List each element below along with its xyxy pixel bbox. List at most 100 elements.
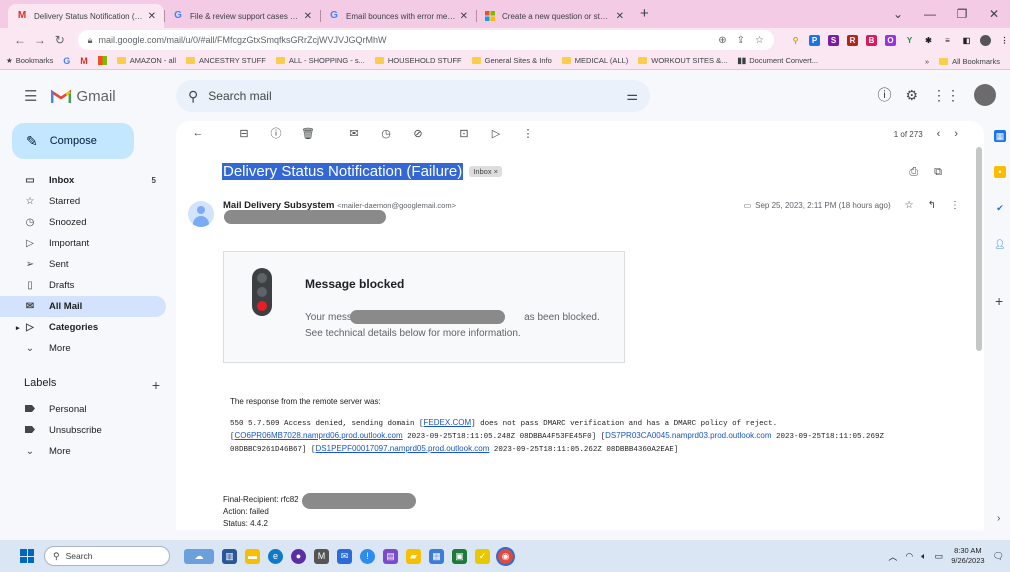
search-icon[interactable]: ⚲ [188, 88, 198, 105]
add-addon-icon[interactable]: + [995, 293, 1003, 309]
gmail-logo[interactable]: Gmail [51, 88, 116, 105]
edge-icon[interactable]: e [268, 548, 283, 564]
extension-icon[interactable]: O [885, 34, 896, 46]
bookmarks-menu[interactable]: ★ Bookmarks [6, 56, 53, 65]
install-icon[interactable]: ⊕ [718, 35, 726, 46]
bookmark-ms[interactable] [97, 56, 107, 65]
sidebar-item-inbox[interactable]: ▭ Inbox 5 [0, 170, 166, 191]
add-task-icon[interactable]: ⊘ [408, 127, 428, 140]
create-label-button[interactable]: + [152, 377, 160, 393]
chrome-badge-icon[interactable]: ! [360, 548, 375, 564]
close-icon[interactable]: ✕ [460, 11, 468, 22]
sender-avatar[interactable] [188, 201, 214, 227]
open-new-window-icon[interactable]: ⧉ [934, 166, 942, 179]
label-icon[interactable]: ▷ [486, 127, 506, 140]
bookmark-gmail[interactable]: M [80, 56, 88, 66]
reply-icon[interactable]: ↰ [928, 200, 936, 211]
side-panel-icon[interactable]: ◧ [961, 35, 972, 46]
sidebar-item-sent[interactable]: ➢ Sent [0, 254, 166, 275]
search-input[interactable]: ⚲ Search mail ⚌ [176, 80, 650, 112]
weather-icon[interactable]: ☁ [184, 548, 214, 564]
close-icon[interactable]: ✕ [616, 11, 624, 22]
all-bookmarks[interactable]: All Bookmarks [939, 57, 1000, 66]
sidebar-item-important[interactable]: ▷ Important [0, 233, 166, 254]
bookmark-folder-ancestry[interactable]: ANCESTRY STUFF [186, 56, 266, 65]
app-icon[interactable]: ✓ [475, 548, 490, 564]
extension-icon[interactable]: B [866, 34, 877, 46]
link-server-3[interactable]: DS1PEPF00017097.namprd05.prod.outlook.co… [316, 444, 490, 453]
app-icon[interactable]: ▤ [383, 548, 398, 564]
sidebar-item-more[interactable]: ⌄ More [0, 338, 166, 359]
browser-tab-question[interactable]: Create a new question or start a ✕ [476, 4, 632, 28]
sidebar-item-categories[interactable]: ▸ ▷ Categories [0, 317, 166, 338]
tab-search-icon[interactable]: ⌄ [882, 7, 914, 21]
sidebar-item-labels-more[interactable]: ⌄ More [0, 441, 166, 462]
extension-icon[interactable]: R [847, 34, 858, 46]
mark-unread-icon[interactable]: ✉ [344, 127, 364, 140]
chrome-icon[interactable]: ◉ [498, 548, 513, 564]
browser-tab-gmail[interactable]: M Delivery Status Notification (Fail ✕ [8, 4, 164, 28]
sidebar-item-personal[interactable]: Personal [0, 399, 166, 420]
close-icon[interactable]: ✕ [304, 11, 312, 22]
bookmark-folder-medical[interactable]: MEDICAL (ALL) [561, 56, 628, 65]
apps-grid-icon[interactable]: ⋮⋮ [932, 87, 960, 104]
sidebar-item-drafts[interactable]: ▯ Drafts [0, 275, 166, 296]
lock-icon[interactable]: 🔒︎ [88, 35, 93, 46]
close-icon[interactable]: ✕ [148, 11, 156, 22]
compose-button[interactable]: ✎ Compose [12, 123, 134, 159]
expand-arrow-icon[interactable]: ▸ [16, 324, 20, 332]
minimize-icon[interactable]: — [914, 7, 946, 21]
reload-icon[interactable]: ↻ [50, 33, 70, 47]
link-fedex[interactable]: FEDEX.COM [424, 418, 472, 427]
extension-icon[interactable]: ⚲ [790, 34, 801, 46]
task-view-icon[interactable]: ▥ [222, 548, 237, 564]
sidebar-item-starred[interactable]: ☆ Starred [0, 191, 166, 212]
browser-tab-bounces[interactable]: G Email bounces with error messa ✕ [320, 4, 476, 28]
browser-tab-support[interactable]: G File & review support cases - Go ✕ [164, 4, 320, 28]
file-explorer-icon[interactable]: ▬ [245, 548, 260, 564]
keep-icon[interactable]: • [994, 166, 1006, 178]
print-icon[interactable]: ⎙ [909, 166, 918, 179]
bookmark-document-convert[interactable]: ▮▮ Document Convert... [737, 56, 818, 65]
app-icon[interactable]: M [314, 548, 329, 564]
link-server-1[interactable]: CO6PR06MB7028.namprd06.prod.outlook.com [235, 431, 403, 440]
sidebar-item-all-mail[interactable]: ✉ All Mail [0, 296, 166, 317]
contacts-icon[interactable]: 👤︎ [994, 238, 1006, 250]
link-server-2[interactable]: DS7PR03CA0045.namprd03.prod.outlook.com [605, 431, 771, 440]
tasks-icon[interactable]: ✔ [994, 202, 1006, 214]
clock[interactable]: 8:30 AM 9/26/2023 [951, 546, 984, 566]
snooze-clock-icon[interactable]: ◷ [376, 127, 396, 140]
wifi-icon[interactable]: ◠ [905, 551, 913, 562]
share-icon[interactable]: ⇪ [737, 35, 745, 46]
taskbar-search[interactable]: ⚲ Search [44, 546, 170, 566]
account-avatar[interactable] [974, 84, 996, 106]
tray-overflow-icon[interactable]: ︿ [888, 550, 897, 563]
bookmark-folder-workout[interactable]: WORKOUT SITES &... [638, 56, 727, 65]
back-to-list-icon[interactable]: ← [188, 127, 208, 139]
bookmark-google[interactable]: G [63, 56, 70, 66]
bookmark-star-icon[interactable]: ☆ [755, 35, 764, 46]
forward-icon[interactable]: → [30, 33, 50, 47]
volume-icon[interactable]: 🔈︎ [921, 551, 926, 562]
more-kebab-icon[interactable]: ⋮ [518, 127, 538, 140]
more-kebab-icon[interactable]: ⋮ [950, 200, 960, 211]
extension-icon[interactable]: Y [904, 35, 915, 46]
url-input[interactable]: 🔒︎ mail.google.com/mail/u/0/#all/FMfcgzG… [77, 30, 774, 50]
calendar-icon[interactable]: ▦ [994, 130, 1006, 142]
back-icon[interactable]: ← [10, 33, 30, 47]
extension-icon[interactable]: P [809, 34, 820, 46]
close-window-icon[interactable]: ✕ [978, 7, 1010, 21]
start-button[interactable] [20, 549, 34, 563]
mail-app-icon[interactable]: ✉ [337, 548, 352, 564]
sticky-notes-icon[interactable]: ▰ [406, 548, 421, 564]
bookmark-folder-shopping[interactable]: ALL - SHOPPING - s... [275, 56, 365, 65]
app-icon[interactable]: ▣ [452, 548, 467, 564]
reading-list-icon[interactable]: ≡ [942, 35, 953, 46]
scrollbar-thumb[interactable] [976, 147, 982, 351]
bookmark-folder-general[interactable]: General Sites & Info [471, 56, 552, 65]
bookmark-folder-amazon[interactable]: AMAZON - all [116, 56, 176, 65]
expand-panel-icon[interactable]: › [997, 513, 1000, 524]
inbox-label-chip[interactable]: Inbox × [469, 165, 503, 177]
delete-trash-icon[interactable]: 🗑︎ [298, 127, 318, 140]
help-icon[interactable]: ⓘ [877, 85, 891, 105]
